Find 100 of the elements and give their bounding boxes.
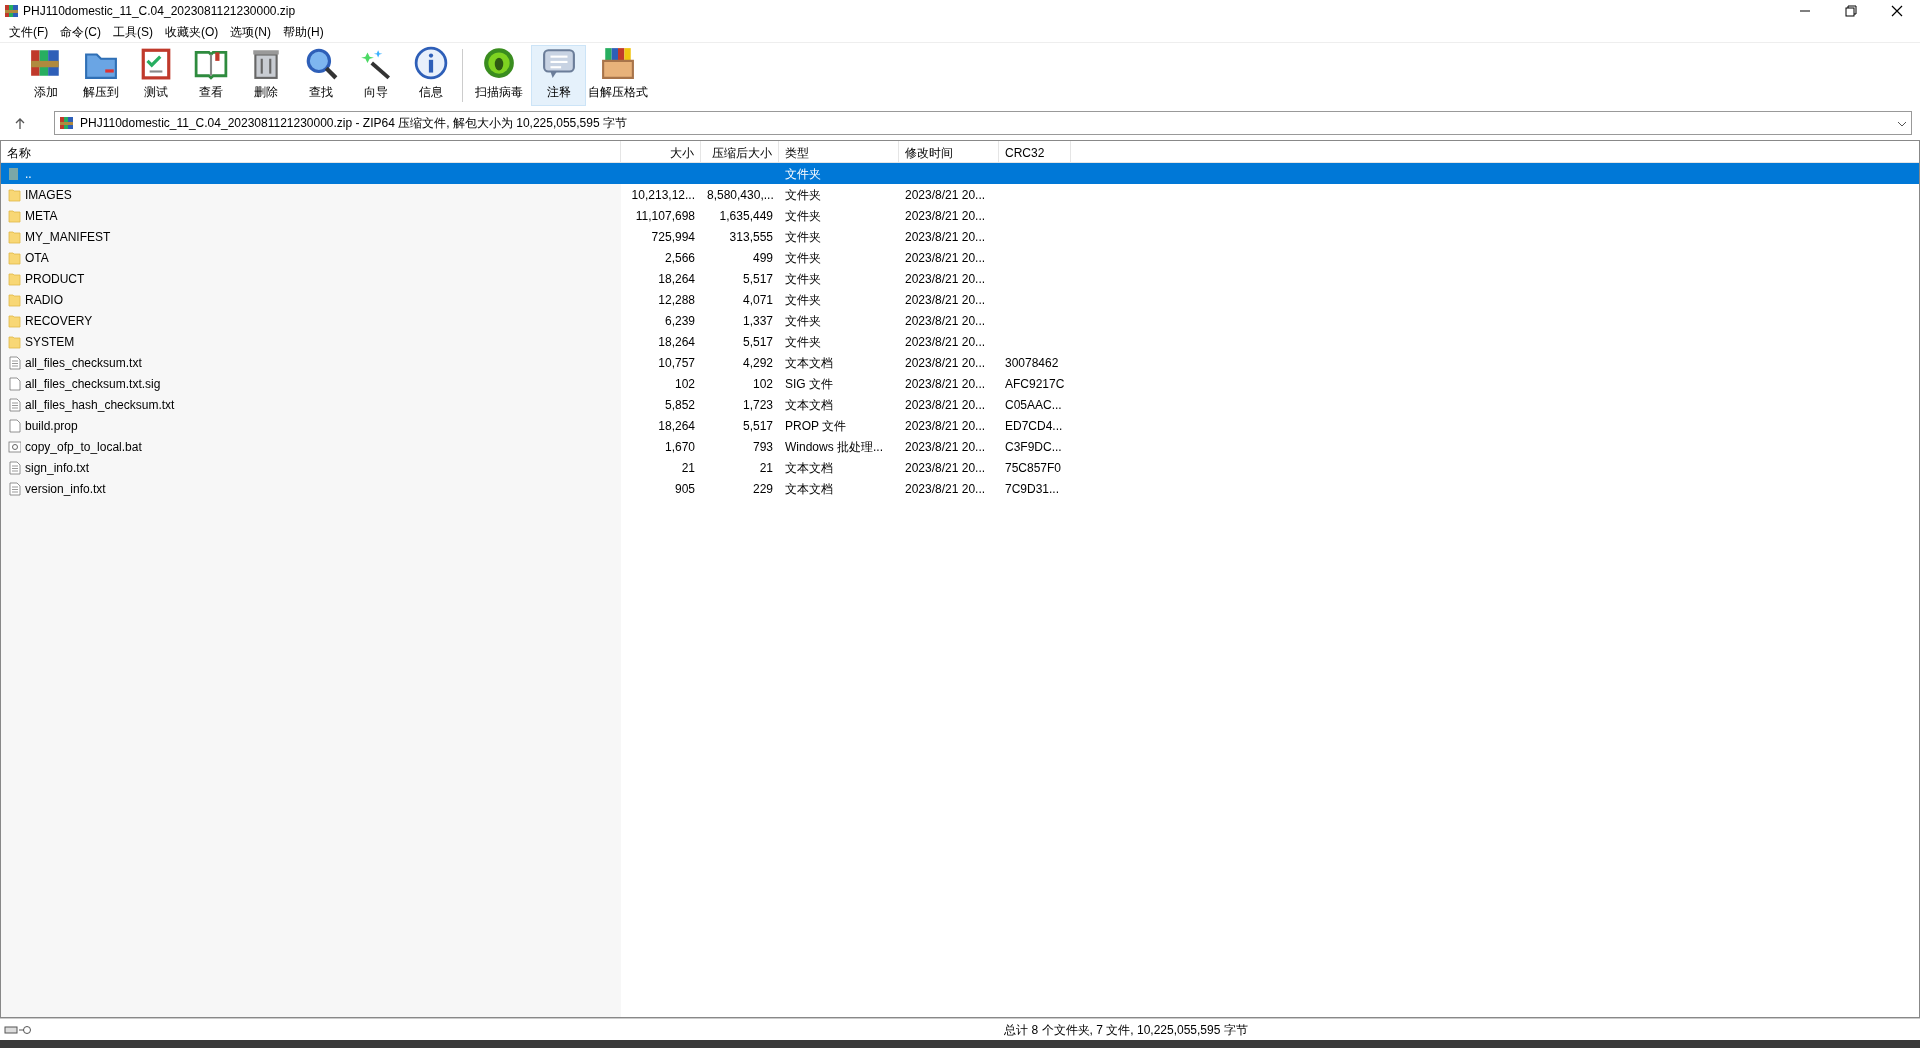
file-size: 905 [673, 480, 696, 498]
packed-size: 4,292 [741, 354, 774, 372]
text-file-icon [8, 355, 21, 370]
toolbar-button[interactable]: 查看 [183, 45, 238, 106]
crc-value: 7C9D31... [1004, 480, 1061, 498]
folder-icon [8, 187, 21, 202]
file-size: 725,994 [650, 228, 696, 246]
packed-size: 1,723 [741, 396, 774, 414]
modified-time: 2023/8/21 20... [904, 375, 987, 393]
packed-size: 21 [758, 459, 774, 477]
file-name: SYSTEM [25, 333, 75, 351]
file-type: 文件夹 [784, 228, 822, 246]
menu-item[interactable]: 命令(C) [54, 23, 107, 41]
file-row[interactable]: copy_ofp_to_local.bat 1,670 793 Windows 批处理... 2023/8/21 20... C3F9DC... [1, 436, 1919, 457]
file-row[interactable]: all_files_checksum.txt 10,757 4,292 文本文档 2023/8/21 20... 30078462 [1, 352, 1919, 373]
packed-size: 5,517 [741, 333, 774, 351]
drive-icon [4, 1024, 18, 1035]
file-type: 文本文档 [784, 459, 834, 477]
toolbar-button[interactable]: 自解压格式 [586, 45, 650, 106]
menu-item[interactable]: 文件(F) [3, 23, 55, 41]
file-row[interactable]: IMAGES 10,213,12... 8,580,430,... 文件夹 2023/8/21 20... [1, 184, 1919, 205]
file-type: 文件夹 [784, 270, 822, 288]
address-field[interactable]: PHJ110domestic_11_C.04_2023081121230000.zip - ZIP64 压缩文件, 解包大小为 10,225,055,595 字节 [54, 111, 1912, 135]
file-name: PRODUCT [25, 270, 85, 288]
toolbar-button[interactable]: 注释 [531, 45, 586, 106]
file-name: META [25, 207, 58, 225]
crc-value: C3F9DC... [1004, 438, 1063, 456]
modified-time: 2023/8/21 20... [904, 291, 987, 309]
toolbar-button[interactable]: 向导 [348, 45, 403, 106]
file-size: 12,288 [657, 291, 696, 309]
toolbar-button[interactable]: 删除 [238, 45, 293, 106]
note-icon [540, 46, 577, 80]
file-row[interactable]: all_files_checksum.txt.sig 102 102 SIG 文件 2023/8/21 20... AFC9217C [1, 373, 1919, 394]
packed-size: 1,337 [741, 312, 774, 330]
toolbar-button[interactable]: 扫描病毒 [467, 45, 531, 106]
file-size: 21 [680, 459, 696, 477]
menu-item[interactable]: 收藏夹(O) [159, 23, 225, 41]
modified-time: 2023/8/21 20... [904, 228, 987, 246]
file-row[interactable]: PRODUCT 18,264 5,517 文件夹 2023/8/21 20... [1, 268, 1919, 289]
close-icon[interactable] [1890, 5, 1904, 17]
file-row[interactable]: version_info.txt 905 229 文本文档 2023/8/21 20... 7C9D31... [1, 478, 1919, 499]
file-type: 文件夹 [784, 165, 822, 183]
toolbar-button[interactable]: 查找 [293, 45, 348, 106]
file-type: 文件夹 [784, 333, 822, 351]
file-row[interactable]: build.prop 18,264 5,517 PROP 文件 2023/8/21 20... ED7CD4... [1, 415, 1919, 436]
text-file-icon [8, 481, 21, 496]
menu-item[interactable]: 帮助(H) [277, 23, 330, 41]
file-row[interactable]: sign_info.txt 21 21 文本文档 2023/8/21 20... 75C857F0 [1, 457, 1919, 478]
file-name: copy_ofp_to_local.bat [25, 438, 142, 456]
packed-size: 313,555 [728, 228, 774, 246]
file-size: 5,852 [663, 396, 696, 414]
modified-time: 2023/8/21 20... [904, 333, 987, 351]
file-row[interactable]: OTA 2,566 499 文件夹 2023/8/21 20... [1, 247, 1919, 268]
info-icon [412, 46, 449, 80]
file-size: 18,264 [657, 333, 696, 351]
file-name: all_files_checksum.txt [25, 354, 142, 372]
file-row[interactable]: SYSTEM 18,264 5,517 文件夹 2023/8/21 20... [1, 331, 1919, 352]
packed-size: 4,071 [741, 291, 774, 309]
file-name: all_files_hash_checksum.txt [25, 396, 175, 414]
text-file-icon [8, 397, 21, 412]
folder-icon [8, 271, 21, 286]
file-size: 10,213,12... [630, 186, 696, 204]
file-type: 文件夹 [784, 249, 822, 267]
parent-folder-icon [8, 166, 21, 181]
file-type: SIG 文件 [784, 375, 834, 393]
toolbar-button[interactable]: 测试 [128, 45, 183, 106]
file-type: 文本文档 [784, 354, 834, 372]
file-row[interactable]: .. 文件夹 [1, 163, 1919, 184]
file-size: 10,757 [657, 354, 696, 372]
file-row[interactable]: MY_MANIFEST 725,994 313,555 文件夹 2023/8/21 20... [1, 226, 1919, 247]
key-icon [18, 1024, 32, 1035]
window-title: PHJ110domestic_11_C.04_2023081121230000.zip [23, 3, 296, 20]
packed-size: 499 [751, 249, 774, 267]
archive-icon [59, 115, 74, 131]
file-name: OTA [25, 249, 49, 267]
file-type: 文本文档 [784, 480, 834, 498]
packed-size: 102 [751, 375, 774, 393]
toolbar-button[interactable]: 添加 [18, 45, 73, 106]
packed-size: 229 [751, 480, 774, 498]
file-type: 文件夹 [784, 312, 822, 330]
file-size: 102 [673, 375, 696, 393]
modified-time: 2023/8/21 20... [904, 417, 987, 435]
toolbar-button[interactable]: 解压到 [73, 45, 128, 106]
file-size: 2,566 [663, 249, 696, 267]
modified-time: 2023/8/21 20... [904, 459, 987, 477]
file-row[interactable]: RADIO 12,288 4,071 文件夹 2023/8/21 20... [1, 289, 1919, 310]
file-row[interactable]: META 11,107,698 1,635,449 文件夹 2023/8/21 20... [1, 205, 1919, 226]
file-row[interactable]: RECOVERY 6,239 1,337 文件夹 2023/8/21 20... [1, 310, 1919, 331]
folder-icon [8, 334, 21, 349]
crc-value: AFC9217C [1004, 375, 1066, 393]
menu-item[interactable]: 选项(N) [224, 23, 277, 41]
file-name: RADIO [25, 291, 63, 309]
toolbar-button[interactable]: 信息 [403, 45, 458, 106]
packed-size: 8,580,430,... [706, 186, 775, 204]
file-type: Windows 批处理... [784, 438, 884, 456]
crc-value: C05AAC... [1004, 396, 1063, 414]
packed-size: 5,517 [741, 417, 774, 435]
restore-icon[interactable] [1844, 5, 1858, 17]
file-row[interactable]: all_files_hash_checksum.txt 5,852 1,723 文本文档 2023/8/21 20... C05AAC... [1, 394, 1919, 415]
menu-item[interactable]: 工具(S) [107, 23, 159, 41]
